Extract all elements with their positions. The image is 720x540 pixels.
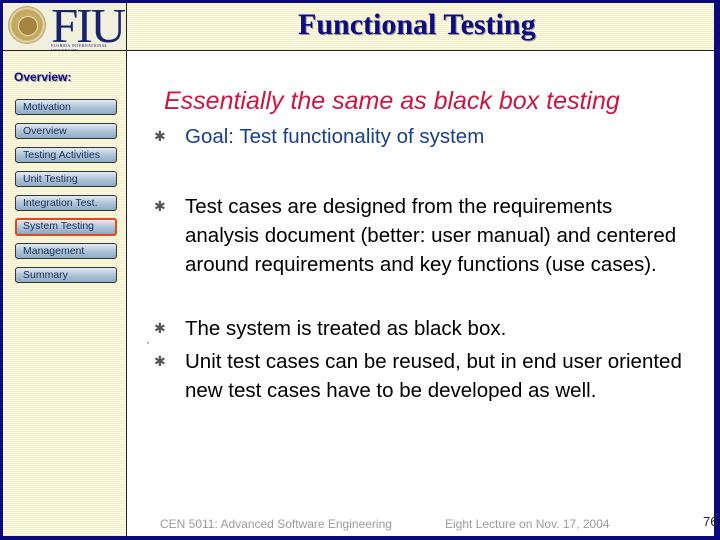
footer-lecture: Eight Lecture on Nov. 17, 2004 bbox=[445, 517, 610, 531]
fiu-logo: FIU FLORIDA INTERNATIONAL UNIVERSITY bbox=[3, 3, 127, 51]
sidebar-item-testing-activities[interactable]: Testing Activities bbox=[15, 147, 117, 163]
slide-content: Essentially the same as black box testin… bbox=[146, 87, 718, 531]
sidebar-item-management[interactable]: Management bbox=[15, 243, 117, 259]
sidebar: Overview: Motivation Overview Testing Ac… bbox=[3, 51, 127, 536]
footer-course: CEN 5011: Advanced Software Engineering bbox=[160, 517, 392, 531]
asterisk-bullet-icon: ✱ bbox=[154, 353, 166, 369]
slide-title: Functional Testing bbox=[298, 8, 536, 41]
header-bar: Functional Testing bbox=[127, 3, 714, 51]
asterisk-bullet-icon: ✱ bbox=[154, 198, 166, 214]
sidebar-item-integration-test[interactable]: Integration Test. bbox=[15, 195, 117, 211]
university-seal-icon bbox=[8, 6, 46, 44]
slide-subtitle: Essentially the same as black box testin… bbox=[164, 87, 620, 115]
sidebar-item-motivation[interactable]: Motivation bbox=[15, 99, 117, 115]
sidebar-item-system-testing[interactable]: System Testing bbox=[15, 218, 117, 236]
asterisk-bullet-icon: ✱ bbox=[154, 128, 166, 144]
sidebar-label: Overview: bbox=[14, 70, 72, 84]
sidebar-item-unit-testing[interactable]: Unit Testing bbox=[15, 171, 117, 187]
sidebar-item-overview[interactable]: Overview bbox=[15, 123, 117, 139]
page-number: 76 bbox=[703, 514, 718, 529]
stray-dot: · bbox=[146, 335, 150, 349]
logo-subtext: FLORIDA INTERNATIONAL UNIVERSITY bbox=[51, 43, 108, 51]
slide: FIU FLORIDA INTERNATIONAL UNIVERSITY Fun… bbox=[3, 3, 718, 536]
sidebar-item-summary[interactable]: Summary bbox=[15, 267, 117, 283]
asterisk-bullet-icon: ✱ bbox=[154, 320, 166, 336]
